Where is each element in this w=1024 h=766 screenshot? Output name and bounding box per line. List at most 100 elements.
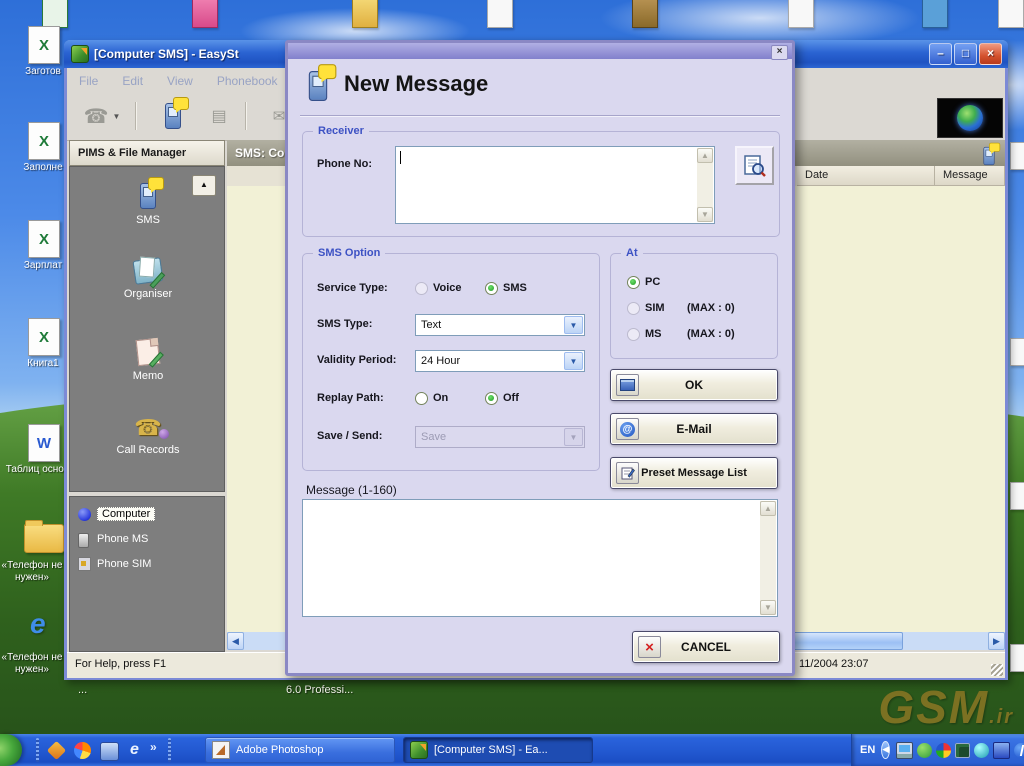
status-help-text: For Help, press F1 [75, 658, 166, 670]
tray-bluetooth-icon[interactable] [1014, 743, 1024, 758]
toolbar-drag-handle[interactable] [36, 738, 39, 762]
new-message-icon [165, 103, 181, 129]
new-message-button[interactable] [153, 100, 193, 132]
desktop-icon-partial[interactable] [352, 0, 378, 28]
message-input[interactable]: ▲ ▼ [302, 499, 778, 617]
menu-view[interactable]: View [155, 74, 205, 88]
tree-item-computer[interactable]: Computer [78, 505, 155, 523]
desktop-icon-label[interactable]: «Телефон не нужен» [0, 560, 70, 584]
quick-launch-media-player-icon[interactable] [74, 742, 91, 759]
hide-icons-chevron[interactable]: ◀ [881, 741, 890, 759]
desktop-icon-partial[interactable] [487, 0, 513, 28]
tree-item-phone-ms[interactable]: Phone MS [78, 530, 148, 548]
scroll-right-button[interactable]: ▶ [988, 632, 1005, 650]
sms-type-select[interactable]: Text ▼ [415, 314, 585, 336]
excel-file-icon[interactable]: X [28, 26, 60, 64]
column-header-date[interactable]: Date [797, 166, 935, 186]
desktop-label-fragment: ... [78, 684, 87, 696]
tray-monitor-icon[interactable] [896, 742, 913, 759]
menu-phonebook[interactable]: Phonebook [205, 74, 290, 88]
tray-teal-icon[interactable] [974, 743, 989, 758]
chevron-down-icon[interactable]: ▼ [564, 352, 583, 370]
at-group: At PC SIM (MAX : 0) MS (MAX : 0) [610, 253, 778, 359]
word-file-icon[interactable]: W [28, 424, 60, 462]
preset-message-list-button[interactable]: Preset Message List [610, 457, 778, 489]
desktop-icon-partial[interactable] [998, 0, 1024, 28]
language-indicator[interactable]: EN [860, 744, 875, 756]
excel-file-icon[interactable]: X [28, 318, 60, 356]
chevron-down-icon[interactable]: ▼ [564, 316, 583, 334]
sidebar-item-memo[interactable]: Memo [70, 339, 226, 382]
quick-launch-overflow-chevron[interactable]: » [150, 740, 157, 754]
toolbar-separator [135, 102, 137, 130]
scroll-down-button[interactable]: ▼ [697, 207, 713, 222]
email-button[interactable]: E-Mail [610, 413, 778, 445]
column-header-message[interactable]: Message [935, 166, 1005, 186]
speech-bubble-icon [989, 143, 1000, 152]
at-ms-radio[interactable] [627, 328, 640, 341]
desktop-icon-partial[interactable] [1010, 142, 1024, 170]
desktop-icon-partial[interactable] [788, 0, 814, 28]
cancel-icon [638, 636, 661, 658]
desktop-icon-partial[interactable] [1010, 644, 1024, 672]
internet-explorer-icon[interactable]: e [30, 608, 46, 640]
resize-grip[interactable] [991, 664, 1003, 676]
speech-bubble-icon [148, 177, 164, 190]
replay-on-radio[interactable] [415, 392, 428, 405]
phonebook-lookup-button[interactable] [735, 146, 774, 185]
at-sim-radio[interactable] [627, 302, 640, 315]
replay-on-label: On [433, 392, 448, 404]
quick-launch-ie-icon[interactable]: e [126, 742, 143, 759]
tray-green-icon[interactable] [917, 743, 932, 758]
desktop-icon-partial[interactable] [1010, 482, 1024, 510]
dialog-close-button[interactable]: × [771, 45, 788, 60]
validity-period-select[interactable]: 24 Hour ▼ [415, 350, 585, 372]
dialog-titlebar[interactable] [288, 43, 792, 59]
at-pc-radio[interactable] [627, 276, 640, 289]
folder-icon[interactable] [24, 524, 64, 553]
desktop-icon-partial[interactable] [1010, 338, 1024, 366]
delete-button[interactable]: ▤ [199, 100, 239, 132]
sidebar-item-call-records[interactable]: ☎ Call Records [70, 417, 226, 456]
tray-blue-icon[interactable] [993, 742, 1010, 759]
ok-button[interactable]: OK [610, 369, 778, 401]
excel-file-icon[interactable]: X [28, 122, 60, 160]
sidebar-item-sms[interactable]: SMS [70, 183, 226, 226]
phone-no-input[interactable]: ▲ ▼ [395, 146, 715, 224]
sms-radio[interactable] [485, 282, 498, 295]
desktop-icon-label[interactable]: «Телефон не нужен» [0, 652, 70, 676]
scroll-down-button[interactable]: ▼ [760, 600, 776, 615]
quick-launch-icon-3[interactable] [100, 742, 119, 761]
menu-edit[interactable]: Edit [110, 74, 155, 88]
quick-launch-icon-1[interactable] [47, 741, 66, 760]
toolbar-drag-handle[interactable] [168, 738, 171, 762]
tray-color-wheel-icon[interactable] [936, 743, 951, 758]
vertical-scrollbar[interactable]: ▲ ▼ [697, 148, 713, 222]
replay-off-radio[interactable] [485, 392, 498, 405]
voice-radio[interactable] [415, 282, 428, 295]
scroll-left-button[interactable]: ◀ [227, 632, 244, 650]
desktop-icon-partial[interactable] [42, 0, 68, 28]
desktop-icon-partial[interactable] [192, 0, 218, 28]
scroll-up-button[interactable]: ▲ [760, 501, 776, 516]
desktop-icon-partial[interactable] [632, 0, 658, 28]
task-adobe-photoshop[interactable]: Adobe Photoshop [205, 737, 395, 763]
sidebar-item-organiser[interactable]: Organiser [70, 259, 226, 300]
tree-item-phone-sim[interactable]: Phone SIM [78, 555, 151, 573]
tray-grid-icon[interactable] [955, 743, 970, 758]
excel-file-icon[interactable]: X [28, 220, 60, 258]
desktop-icon-partial[interactable] [922, 0, 948, 28]
menu-file[interactable]: File [67, 74, 110, 88]
connect-button[interactable]: ☎▼ [79, 100, 125, 132]
scroll-up-button[interactable]: ▲ [697, 148, 713, 163]
close-button[interactable]: × [979, 43, 1002, 65]
start-button[interactable] [0, 734, 22, 766]
save-send-label: Save / Send: [317, 430, 382, 442]
preset-button-label: Preset Message List [641, 467, 747, 479]
maximize-button[interactable]: □ [954, 43, 977, 65]
task-computer-sms[interactable]: [Computer SMS] - Ea... [403, 737, 593, 763]
vertical-scrollbar[interactable]: ▲ ▼ [760, 501, 776, 615]
sms-option-legend: SMS Option [313, 247, 385, 259]
minimize-button[interactable]: – [929, 43, 952, 65]
cancel-button[interactable]: CANCEL [632, 631, 780, 663]
